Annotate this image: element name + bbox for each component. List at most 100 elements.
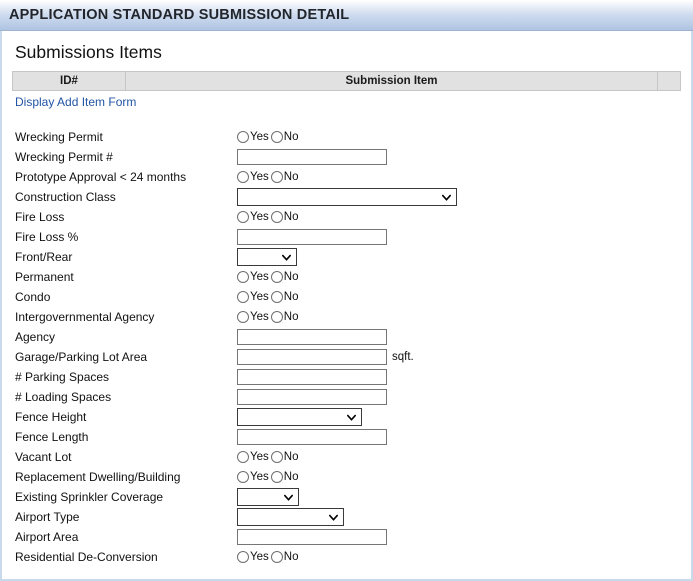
radio-circle-icon[interactable] (237, 551, 249, 563)
column-header-id: ID# (12, 71, 126, 91)
radio-label-yes: Yes (250, 271, 269, 283)
input-garage-parking-lot-area[interactable] (237, 349, 387, 365)
chevron-down-icon (284, 494, 293, 501)
field-label-front-rear: Front/Rear (15, 250, 73, 264)
form-row-front-rear: Front/Rear (15, 247, 681, 267)
submissions-items-table: ID# Submission Item Display Add Item For… (12, 71, 681, 115)
form-row-fire-loss: Fire Loss % (15, 227, 681, 247)
radio-group-vacant-lot: Yes No (237, 451, 300, 463)
radio-circle-icon[interactable] (270, 311, 283, 323)
radio-label-no: No (283, 471, 299, 483)
radio-no-vacant-lot[interactable]: No (270, 451, 301, 463)
input-agency[interactable] (237, 329, 387, 345)
field-label-airport-area: Airport Area (15, 530, 79, 544)
form-row-parking-spaces: # Parking Spaces (15, 367, 681, 387)
radio-circle-icon[interactable] (237, 131, 249, 143)
field-control-intergovernmental-agency: Yes No (237, 307, 300, 327)
radio-circle-icon[interactable] (270, 451, 283, 463)
radio-yes-wrecking-permit[interactable]: Yes (237, 131, 271, 143)
radio-yes-replacement-dwelling-building[interactable]: Yes (237, 471, 271, 483)
radio-circle-icon[interactable] (270, 171, 283, 183)
radio-no-prototype-approval-24-months[interactable]: No (270, 171, 301, 183)
radio-circle-icon[interactable] (270, 471, 283, 483)
radio-circle-icon[interactable] (237, 271, 249, 283)
radio-yes-residential-de-conversion[interactable]: Yes (237, 551, 271, 563)
form-row-permanent: Permanent Yes No (15, 267, 681, 287)
radio-label-yes: Yes (250, 131, 269, 143)
radio-no-residential-de-conversion[interactable]: No (270, 551, 301, 563)
input-parking-spaces[interactable] (237, 369, 387, 385)
field-control-residential-de-conversion: Yes No (237, 547, 300, 567)
input-fence-length[interactable] (237, 429, 387, 445)
radio-label-no: No (283, 451, 299, 463)
form-row-intergovernmental-agency: Intergovernmental Agency Yes No (15, 307, 681, 327)
form-row-airport-type: Airport Type (15, 507, 681, 527)
radio-label-yes: Yes (250, 471, 269, 483)
field-control-agency (237, 327, 387, 347)
radio-no-fire-loss[interactable]: No (270, 211, 301, 223)
radio-circle-icon[interactable] (237, 451, 249, 463)
radio-yes-fire-loss[interactable]: Yes (237, 211, 271, 223)
radio-no-replacement-dwelling-building[interactable]: No (270, 471, 301, 483)
radio-no-intergovernmental-agency[interactable]: No (270, 311, 301, 323)
radio-group-permanent: Yes No (237, 271, 300, 283)
radio-no-condo[interactable]: No (270, 291, 301, 303)
select-existing-sprinkler-coverage[interactable] (237, 488, 299, 506)
input-airport-area[interactable] (237, 529, 387, 545)
field-label-vacant-lot: Vacant Lot (15, 450, 72, 464)
field-label-airport-type: Airport Type (15, 510, 80, 524)
radio-yes-condo[interactable]: Yes (237, 291, 271, 303)
content-panel: Submissions Items ID# Submission Item Di… (0, 31, 693, 581)
select-airport-type[interactable] (237, 508, 344, 526)
field-control-wrecking-permit: Yes No (237, 127, 300, 147)
radio-circle-icon[interactable] (270, 131, 283, 143)
form-row-prototype-approval-24-months: Prototype Approval < 24 months Yes No (15, 167, 681, 187)
radio-label-no: No (283, 211, 299, 223)
radio-no-permanent[interactable]: No (270, 271, 301, 283)
section-heading: Submissions Items (15, 42, 162, 62)
radio-yes-permanent[interactable]: Yes (237, 271, 271, 283)
radio-label-no: No (283, 131, 299, 143)
radio-group-condo: Yes No (237, 291, 300, 303)
radio-circle-icon[interactable] (237, 291, 249, 303)
field-control-permanent: Yes No (237, 267, 300, 287)
form-row-wrecking-permit: Wrecking Permit Yes No (15, 127, 681, 147)
radio-label-no: No (283, 271, 299, 283)
input-wrecking-permit[interactable] (237, 149, 387, 165)
field-control-loading-spaces (237, 387, 387, 407)
field-label-fire-loss: Fire Loss (15, 210, 65, 224)
select-fence-height[interactable] (237, 408, 362, 426)
select-construction-class[interactable] (237, 188, 457, 206)
field-label-replacement-dwelling-building: Replacement Dwelling/Building (15, 470, 181, 484)
field-control-wrecking-permit (237, 147, 387, 167)
radio-circle-icon[interactable] (237, 311, 249, 323)
radio-yes-intergovernmental-agency[interactable]: Yes (237, 311, 271, 323)
form-row-replacement-dwelling-building: Replacement Dwelling/Building Yes No (15, 467, 681, 487)
radio-circle-icon[interactable] (270, 211, 283, 223)
radio-no-wrecking-permit[interactable]: No (270, 131, 301, 143)
form-row-garage-parking-lot-area: Garage/Parking Lot Area sqft. (15, 347, 681, 367)
radio-yes-prototype-approval-24-months[interactable]: Yes (237, 171, 271, 183)
field-control-parking-spaces (237, 367, 387, 387)
radio-circle-icon[interactable] (237, 171, 249, 183)
application-window: APPLICATION STANDARD SUBMISSION DETAIL S… (0, 0, 693, 581)
radio-circle-icon[interactable] (270, 291, 283, 303)
window-titlebar: APPLICATION STANDARD SUBMISSION DETAIL (0, 0, 693, 31)
field-label-wrecking-permit: Wrecking Permit # (15, 150, 113, 164)
radio-circle-icon[interactable] (270, 551, 283, 563)
input-loading-spaces[interactable] (237, 389, 387, 405)
unit-label-garage-parking-lot-area: sqft. (392, 351, 414, 363)
radio-circle-icon[interactable] (237, 211, 249, 223)
radio-circle-icon[interactable] (237, 471, 249, 483)
radio-circle-icon[interactable] (270, 271, 283, 283)
radio-yes-vacant-lot[interactable]: Yes (237, 451, 271, 463)
radio-label-yes: Yes (250, 451, 269, 463)
radio-label-no: No (283, 171, 299, 183)
display-add-item-form-link[interactable]: Display Add Item Form (15, 95, 136, 109)
select-front-rear[interactable] (237, 248, 297, 266)
form-row-agency: Agency (15, 327, 681, 347)
radio-label-no: No (283, 311, 299, 323)
field-control-front-rear (237, 247, 297, 267)
input-fire-loss[interactable] (237, 229, 387, 245)
field-label-condo: Condo (15, 290, 51, 304)
